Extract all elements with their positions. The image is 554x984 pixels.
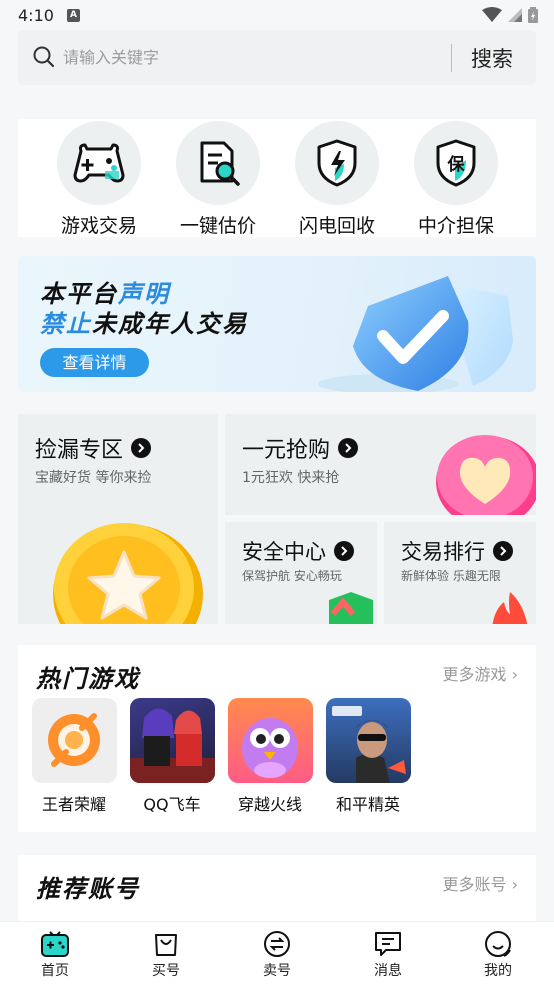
tab-home[interactable]: 首页 bbox=[10, 930, 100, 980]
flame-illustration bbox=[492, 592, 528, 624]
tab-label: 首页 bbox=[41, 963, 69, 979]
tab-messages[interactable]: 消息 bbox=[343, 930, 433, 980]
status-time: 4:10 bbox=[18, 6, 54, 25]
zone-title-text: 一元抢购 bbox=[242, 438, 331, 463]
zone-title-text: 捡漏专区 bbox=[35, 438, 124, 463]
recommended-title: 推荐账号 bbox=[36, 875, 140, 903]
zone-security-title: 安全中心 bbox=[242, 536, 354, 566]
gold-star-coin-illustration bbox=[53, 523, 203, 624]
tab-label: 买号 bbox=[152, 963, 180, 979]
tab-sell[interactable]: 卖号 bbox=[232, 930, 322, 980]
zone-security-subtitle: 保驾护航 安心畅玩 bbox=[242, 569, 342, 583]
appraisal-icon bbox=[176, 121, 260, 205]
search-divider bbox=[451, 44, 452, 72]
hot-games-section: 热门游戏 更多游戏 › 王者荣耀 QQ飞车 穿越火线 和平精英 bbox=[18, 645, 536, 832]
game-thumbnail bbox=[129, 698, 215, 783]
zone-ranking-title: 交易排行 bbox=[401, 536, 513, 566]
game-name: 穿越火线 bbox=[237, 795, 302, 814]
search-input[interactable] bbox=[63, 44, 443, 71]
wifi-icon bbox=[482, 7, 502, 22]
status-bar: 4:10 A bbox=[0, 0, 554, 30]
svg-text:保: 保 bbox=[447, 154, 466, 175]
heart-coin-illustration bbox=[436, 435, 536, 515]
quick-label: 一键估价 bbox=[179, 215, 256, 237]
quick-game-trade[interactable]: 游戏交易 bbox=[44, 119, 154, 238]
arrow-right-icon bbox=[493, 541, 513, 561]
notification-icon: A bbox=[67, 9, 80, 22]
game-name: QQ飞车 bbox=[143, 795, 201, 814]
search-icon bbox=[33, 46, 55, 68]
zone-flash-title: 一元抢购 bbox=[242, 432, 359, 464]
zone-flash-sale[interactable]: 一元抢购 1元狂欢 快来抢 bbox=[225, 414, 536, 515]
arrow-right-icon bbox=[131, 438, 152, 458]
tab-profile[interactable]: 我的 bbox=[453, 930, 543, 980]
profile-icon bbox=[453, 930, 543, 958]
zone-flash-subtitle: 1元狂欢 快来抢 bbox=[242, 470, 340, 486]
quick-actions: 游戏交易 一键估价 闪电回收 保 中介担保 bbox=[18, 119, 536, 237]
tab-label: 卖号 bbox=[263, 963, 291, 979]
tab-label: 我的 bbox=[484, 963, 512, 979]
home-game-icon bbox=[10, 930, 100, 958]
more-accounts-link[interactable]: 更多账号 › bbox=[443, 871, 519, 895]
game-thumbnail bbox=[31, 698, 117, 783]
status-indicators bbox=[482, 7, 538, 23]
battery-icon bbox=[528, 7, 538, 23]
guarantee-shield-icon: 保 bbox=[414, 121, 498, 205]
zone-bargain-title: 捡漏专区 bbox=[35, 432, 152, 464]
game-item-cf[interactable]: 穿越火线 bbox=[225, 698, 315, 815]
game-item-peace-elite[interactable]: 和平精英 bbox=[323, 698, 413, 815]
message-icon bbox=[343, 930, 433, 958]
search-button[interactable]: 搜索 bbox=[471, 43, 513, 73]
tab-buy[interactable]: 买号 bbox=[121, 930, 211, 980]
banner-line2-highlight: 禁止 bbox=[40, 310, 92, 338]
promo-banner[interactable]: 本平台声明 禁止未成年人交易 查看详情 bbox=[18, 256, 536, 392]
arrow-right-icon bbox=[334, 541, 354, 561]
lightning-shield-icon bbox=[295, 121, 379, 205]
bottom-tab-bar: 首页 买号 卖号 消息 我的 bbox=[0, 921, 554, 984]
signal-icon bbox=[508, 8, 522, 22]
game-thumbnail bbox=[227, 698, 313, 783]
quick-guarantee[interactable]: 保 中介担保 bbox=[401, 119, 511, 238]
quick-lightning-recycle[interactable]: 闪电回收 bbox=[282, 119, 392, 238]
shopping-bag-icon bbox=[121, 930, 211, 958]
game-name: 和平精英 bbox=[335, 795, 400, 814]
recommended-accounts-section: 推荐账号 更多账号 › bbox=[18, 855, 536, 925]
banner-details-button[interactable]: 查看详情 bbox=[40, 348, 149, 377]
green-shield-illustration bbox=[329, 592, 373, 624]
quick-appraisal[interactable]: 一键估价 bbox=[163, 119, 273, 238]
game-item-qq-speed[interactable]: QQ飞车 bbox=[127, 698, 217, 815]
arrow-right-icon bbox=[338, 438, 359, 458]
quick-label: 闪电回收 bbox=[298, 215, 375, 237]
hot-games-title: 热门游戏 bbox=[36, 665, 140, 693]
zone-title-text: 交易排行 bbox=[401, 540, 485, 564]
swap-icon bbox=[232, 930, 322, 958]
banner-line2-rest: 未成年人交易 bbox=[92, 310, 248, 338]
zone-bargain[interactable]: 捡漏专区 宝藏好货 等你来捡 bbox=[18, 414, 218, 624]
banner-line-2: 禁止未成年人交易 bbox=[40, 304, 248, 339]
search-bar: 搜索 bbox=[18, 30, 536, 85]
tab-label: 消息 bbox=[374, 963, 402, 979]
zone-security[interactable]: 安全中心 保驾护航 安心畅玩 bbox=[225, 522, 377, 624]
game-name: 王者荣耀 bbox=[41, 795, 106, 814]
zone-bargain-subtitle: 宝藏好货 等你来捡 bbox=[35, 470, 152, 486]
gamepad-icon bbox=[57, 121, 141, 205]
game-thumbnail bbox=[325, 698, 411, 783]
more-games-link[interactable]: 更多游戏 › bbox=[443, 661, 519, 685]
zone-ranking[interactable]: 交易排行 新鲜体验 乐趣无限 bbox=[384, 522, 536, 624]
quick-label: 游戏交易 bbox=[60, 215, 137, 237]
shield-check-illustration bbox=[318, 276, 513, 392]
zone-title-text: 安全中心 bbox=[242, 540, 326, 564]
zone-ranking-subtitle: 新鲜体验 乐趣无限 bbox=[401, 569, 501, 583]
game-item-wangzhe[interactable]: 王者荣耀 bbox=[29, 698, 119, 815]
quick-label: 中介担保 bbox=[417, 215, 494, 237]
